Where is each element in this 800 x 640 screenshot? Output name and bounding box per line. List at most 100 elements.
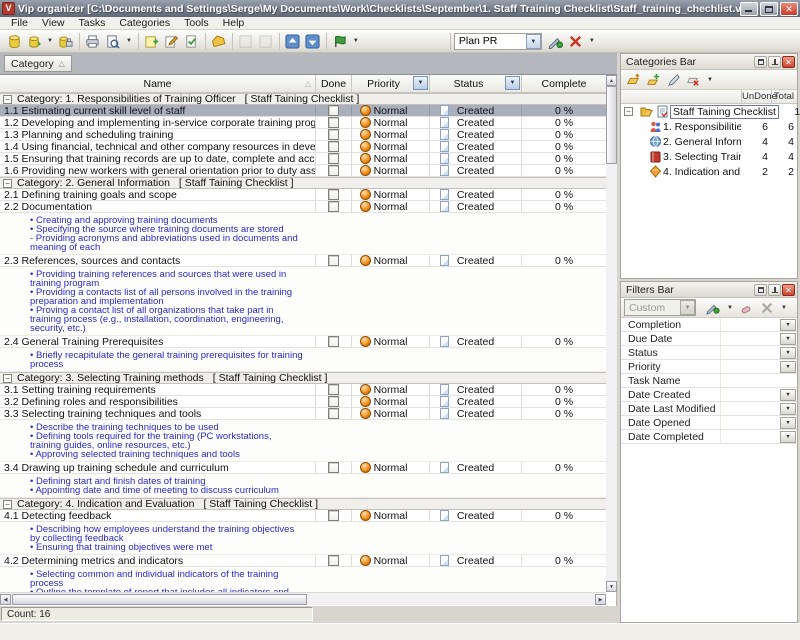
filter-dropdown-icon[interactable]: ▼: [780, 333, 796, 345]
task-status-cell[interactable]: Created: [430, 153, 522, 164]
task-done-cell[interactable]: [316, 105, 352, 116]
group-by-category-chip[interactable]: Category △: [4, 55, 72, 72]
task-done-cell[interactable]: [316, 129, 352, 140]
new-category-button[interactable]: [624, 71, 642, 88]
task-row[interactable]: 1.3 Planning and scheduling trainingNorm…: [0, 129, 606, 141]
task-priority-cell[interactable]: Normal: [352, 105, 430, 116]
go-flag-dropdown-icon[interactable]: ▼: [350, 38, 362, 44]
done-checkbox[interactable]: [328, 336, 339, 347]
plan-combobox-arrow-icon[interactable]: ▼: [526, 34, 541, 49]
close-button[interactable]: ✕: [780, 2, 798, 16]
filter-row-task-name[interactable]: Task Name: [621, 374, 797, 388]
task-row[interactable]: 3.4 Drawing up training schedule and cur…: [0, 462, 606, 474]
done-checkbox[interactable]: [328, 129, 339, 140]
filter-dropdown-icon[interactable]: ▼: [780, 361, 796, 373]
complete-task-button[interactable]: [182, 32, 202, 51]
print-button[interactable]: [83, 32, 103, 51]
plan-combobox[interactable]: Plan PR ▼: [454, 33, 542, 50]
task-priority-cell[interactable]: Normal: [352, 510, 430, 521]
task-done-cell[interactable]: [316, 555, 352, 566]
task-status-cell[interactable]: Created: [430, 462, 522, 473]
filter-row-due-date[interactable]: Due Date▼: [621, 332, 797, 346]
apply-filter-button[interactable]: [704, 299, 722, 316]
categories-close-button[interactable]: ✕: [782, 56, 795, 68]
filter-row-priority[interactable]: Priority▼: [621, 360, 797, 374]
task-status-cell[interactable]: Created: [430, 255, 522, 266]
tree-root-row[interactable]: −Staff Taining Checklist1616: [621, 104, 797, 119]
task-done-cell[interactable]: [316, 201, 352, 212]
edit-category-button[interactable]: [664, 71, 682, 88]
done-checkbox[interactable]: [328, 510, 339, 521]
task-row[interactable]: 1.6 Providing new workers with general o…: [0, 165, 606, 177]
delete-filter-button[interactable]: [758, 299, 776, 316]
filter-preset-combobox[interactable]: Custom ▼: [624, 299, 696, 316]
filter-dropdown-icon[interactable]: ▼: [780, 347, 796, 359]
filter-dropdown-icon[interactable]: ▼: [780, 417, 796, 429]
filter-dropdown-icon[interactable]: ▼: [780, 319, 796, 331]
grid-horizontal-scrollbar[interactable]: ◀ ▶: [0, 592, 606, 605]
task-done-cell[interactable]: [316, 510, 352, 521]
task-row[interactable]: 2.2 DocumentationNormalCreated0 %: [0, 201, 606, 213]
task-status-cell[interactable]: Created: [430, 336, 522, 347]
open-database-dropdown-icon[interactable]: ▼: [44, 38, 56, 44]
scroll-up-icon[interactable]: ▲: [606, 75, 617, 86]
filter-row-date-last-modified[interactable]: Date Last Modified▼: [621, 402, 797, 416]
task-status-cell[interactable]: Created: [430, 510, 522, 521]
done-checkbox[interactable]: [328, 408, 339, 419]
scroll-right-icon[interactable]: ▶: [595, 594, 606, 605]
move-down-button[interactable]: [303, 32, 323, 51]
task-priority-cell[interactable]: Normal: [352, 384, 430, 395]
task-done-cell[interactable]: [316, 255, 352, 266]
categories-pin-button[interactable]: [768, 56, 781, 68]
tree-collapse-icon[interactable]: −: [624, 107, 633, 116]
apply-filter-dropdown-icon[interactable]: ▼: [724, 305, 736, 311]
task-priority-cell[interactable]: Normal: [352, 165, 430, 176]
task-row[interactable]: 2.4 General Training PrerequisitesNormal…: [0, 336, 606, 348]
task-priority-cell[interactable]: Normal: [352, 396, 430, 407]
menu-tasks[interactable]: Tasks: [72, 17, 113, 30]
priority-filter-button[interactable]: ▼: [413, 76, 428, 90]
filter-preset-arrow-icon[interactable]: ▼: [680, 300, 695, 315]
task-status-cell[interactable]: Created: [430, 396, 522, 407]
categories-toolbar-dropdown-icon[interactable]: ▼: [704, 77, 716, 83]
filter-row-status[interactable]: Status▼: [621, 346, 797, 360]
delete-category-button[interactable]: [684, 71, 702, 88]
task-done-cell[interactable]: [316, 462, 352, 473]
task-priority-cell[interactable]: Normal: [352, 408, 430, 419]
task-priority-cell[interactable]: Normal: [352, 129, 430, 140]
menu-view[interactable]: View: [35, 17, 72, 30]
expand-all-button[interactable]: [236, 32, 256, 51]
done-checkbox[interactable]: [328, 117, 339, 128]
task-priority-cell[interactable]: Normal: [352, 117, 430, 128]
task-status-cell[interactable]: Created: [430, 105, 522, 116]
edit-task-button[interactable]: [162, 32, 182, 51]
filters-close-button[interactable]: ✕: [782, 284, 795, 296]
filter-row-date-created[interactable]: Date Created▼: [621, 388, 797, 402]
horizontal-scroll-thumb[interactable]: [12, 594, 307, 605]
collapse-group-icon[interactable]: −: [3, 179, 12, 188]
notes-tag-button[interactable]: [209, 32, 229, 51]
done-checkbox[interactable]: [328, 555, 339, 566]
filter-dropdown-icon[interactable]: ▼: [780, 389, 796, 401]
task-status-cell[interactable]: Created: [430, 408, 522, 419]
task-done-cell[interactable]: [316, 153, 352, 164]
task-done-cell[interactable]: [316, 384, 352, 395]
category-group-row[interactable]: −Category: 3. Selecting Training methods…: [0, 372, 606, 384]
task-done-cell[interactable]: [316, 189, 352, 200]
clear-filter-button[interactable]: [738, 299, 756, 316]
done-checkbox[interactable]: [328, 396, 339, 407]
new-subcategory-button[interactable]: [644, 71, 662, 88]
task-status-cell[interactable]: Created: [430, 129, 522, 140]
task-priority-cell[interactable]: Normal: [352, 255, 430, 266]
collapse-group-icon[interactable]: −: [3, 374, 12, 383]
new-database-button[interactable]: [4, 32, 24, 51]
done-checkbox[interactable]: [328, 141, 339, 152]
task-priority-cell[interactable]: Normal: [352, 462, 430, 473]
category-group-row[interactable]: −Category: 4. Indication and Evaluation[…: [0, 498, 606, 510]
filter-dropdown-icon[interactable]: ▼: [780, 431, 796, 443]
filter-row-date-completed[interactable]: Date Completed▼: [621, 430, 797, 444]
done-checkbox[interactable]: [328, 153, 339, 164]
task-row[interactable]: 1.5 Ensuring that training records are u…: [0, 153, 606, 165]
menu-tools[interactable]: Tools: [177, 17, 216, 30]
scroll-left-icon[interactable]: ◀: [0, 594, 11, 605]
